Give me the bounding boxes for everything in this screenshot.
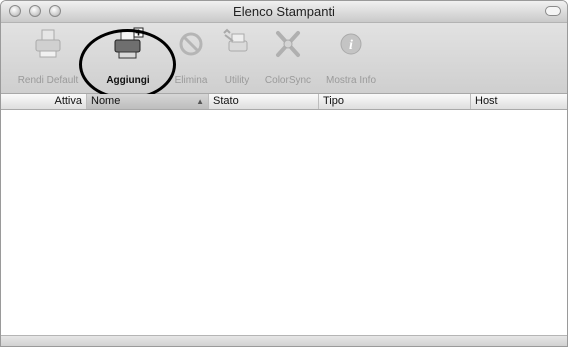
column-header-nome[interactable]: Nome ▲ — [87, 94, 209, 109]
column-header-tipo[interactable]: Tipo — [319, 94, 471, 109]
column-header-host-label: Host — [475, 95, 498, 107]
make-default-label: Rendi Default — [17, 75, 79, 86]
printer-list[interactable] — [1, 110, 567, 335]
column-header-attiva[interactable]: Attiva — [1, 94, 87, 109]
add-printer-icon — [114, 27, 144, 59]
title-bar: Elenco Stampanti — [1, 1, 567, 23]
utility-label: Utility — [224, 75, 250, 86]
utility-button[interactable]: Utility — [215, 27, 259, 91]
utility-icon — [223, 28, 248, 52]
column-header-host[interactable]: Host — [471, 94, 567, 109]
column-header-nome-label: Nome — [91, 95, 121, 107]
delete-icon — [179, 32, 203, 56]
printer-default-icon — [35, 29, 61, 58]
table-header: Attiva Nome ▲ Stato Tipo Host — [1, 94, 567, 110]
toolbar-toggle-button[interactable] — [545, 6, 561, 16]
colorsync-button[interactable]: ColorSync — [259, 27, 317, 91]
show-info-button[interactable]: i Mostra Info — [319, 27, 383, 91]
colorsync-label: ColorSync — [264, 75, 312, 86]
add-printer-label: Aggiungi — [106, 75, 150, 86]
toolbar: Rendi Default Aggiungi Elimina Utility C… — [1, 23, 567, 94]
make-default-button[interactable]: Rendi Default — [11, 27, 85, 91]
delete-printer-button[interactable]: Elimina — [167, 27, 215, 91]
printer-list-window: Elenco Stampanti Rendi Default Aggiungi — [0, 0, 568, 347]
svg-text:i: i — [349, 38, 353, 53]
window-title: Elenco Stampanti — [233, 4, 335, 19]
sort-ascending-icon: ▲ — [196, 97, 204, 106]
column-header-stato[interactable]: Stato — [209, 94, 319, 109]
column-header-stato-label: Stato — [213, 95, 239, 107]
add-printer-button[interactable]: Aggiungi — [93, 27, 163, 91]
colorsync-icon — [276, 31, 300, 57]
delete-label: Elimina — [174, 75, 208, 86]
column-header-tipo-label: Tipo — [323, 95, 344, 107]
show-info-label: Mostra Info — [325, 75, 377, 86]
column-header-attiva-label: Attiva — [54, 95, 82, 107]
info-icon: i — [340, 33, 362, 55]
window-bottom-bar — [1, 335, 567, 346]
